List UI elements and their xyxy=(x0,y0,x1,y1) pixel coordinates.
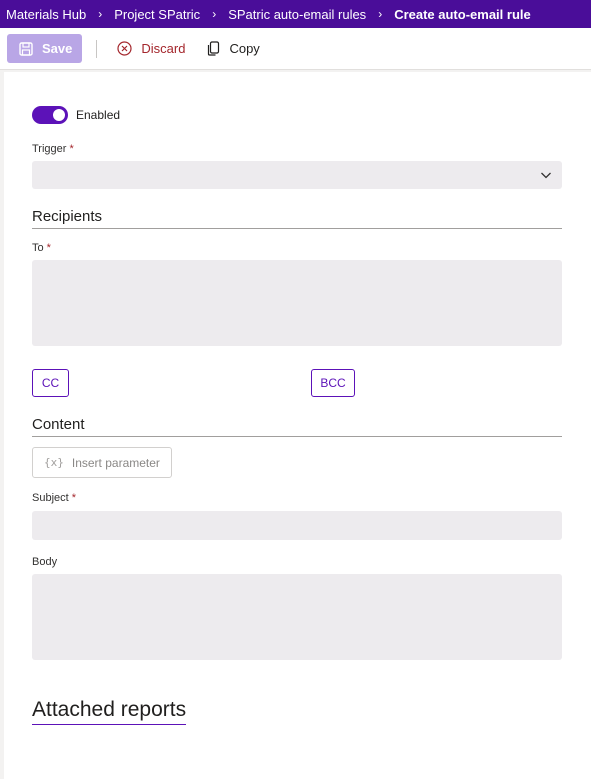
insert-parameter-label: Insert parameter xyxy=(71,455,160,470)
to-label: To * xyxy=(32,242,51,254)
body-field[interactable] xyxy=(32,574,562,660)
save-icon xyxy=(19,41,33,56)
breadcrumb-separator: › xyxy=(378,7,383,21)
required-mark: * xyxy=(69,143,74,155)
parameter-icon: {x} xyxy=(44,456,64,469)
breadcrumb-item-project[interactable]: Project SPatric xyxy=(114,7,200,22)
copy-icon xyxy=(208,41,220,56)
save-label: Save xyxy=(42,41,73,56)
subject-label: Subject * xyxy=(32,492,76,504)
cc-button[interactable]: CC xyxy=(32,369,69,397)
breadcrumb-item-materials-hub[interactable]: Materials Hub xyxy=(6,7,86,22)
trigger-label-text: Trigger xyxy=(32,143,67,155)
breadcrumb-separator: › xyxy=(212,7,217,21)
copy-button[interactable]: Copy xyxy=(201,34,267,63)
required-mark: * xyxy=(71,492,76,504)
breadcrumb-item-rules[interactable]: SPatric auto-email rules xyxy=(228,7,366,22)
breadcrumb: Materials Hub › Project SPatric › SPatri… xyxy=(0,0,591,28)
subject-field[interactable] xyxy=(32,511,562,540)
command-bar: Save Discard Copy xyxy=(0,28,591,70)
breadcrumb-separator: › xyxy=(98,7,103,21)
trigger-label: Trigger * xyxy=(32,143,74,155)
copy-label: Copy xyxy=(229,41,260,56)
discard-label: Discard xyxy=(141,41,186,56)
breadcrumb-current: Create auto-email rule xyxy=(394,6,531,22)
to-label-text: To xyxy=(32,242,44,254)
discard-button[interactable]: Discard xyxy=(111,34,193,63)
body-label: Body xyxy=(32,556,58,568)
enabled-toggle[interactable] xyxy=(32,106,68,124)
form-panel: Enabled Trigger * Recipients To * CC BCC C… xyxy=(4,72,591,779)
enabled-toggle-row: Enabled xyxy=(32,106,120,124)
save-button[interactable]: Save xyxy=(7,34,83,63)
discard-icon xyxy=(117,41,132,56)
to-field[interactable] xyxy=(32,260,562,346)
attached-reports-title: Attached reports xyxy=(32,698,187,725)
chevron-down-icon xyxy=(541,172,551,179)
recipients-section-title: Recipients xyxy=(32,208,562,229)
toolbar-divider xyxy=(96,39,98,58)
subject-label-text: Subject xyxy=(32,492,69,504)
toggle-knob xyxy=(53,109,65,121)
enabled-label: Enabled xyxy=(76,108,121,122)
insert-parameter-button[interactable]: {x} Insert parameter xyxy=(32,447,172,478)
required-mark: * xyxy=(46,242,51,254)
bcc-button[interactable]: BCC xyxy=(311,369,355,397)
trigger-dropdown[interactable] xyxy=(32,161,562,189)
content-section-title: Content xyxy=(32,416,562,437)
